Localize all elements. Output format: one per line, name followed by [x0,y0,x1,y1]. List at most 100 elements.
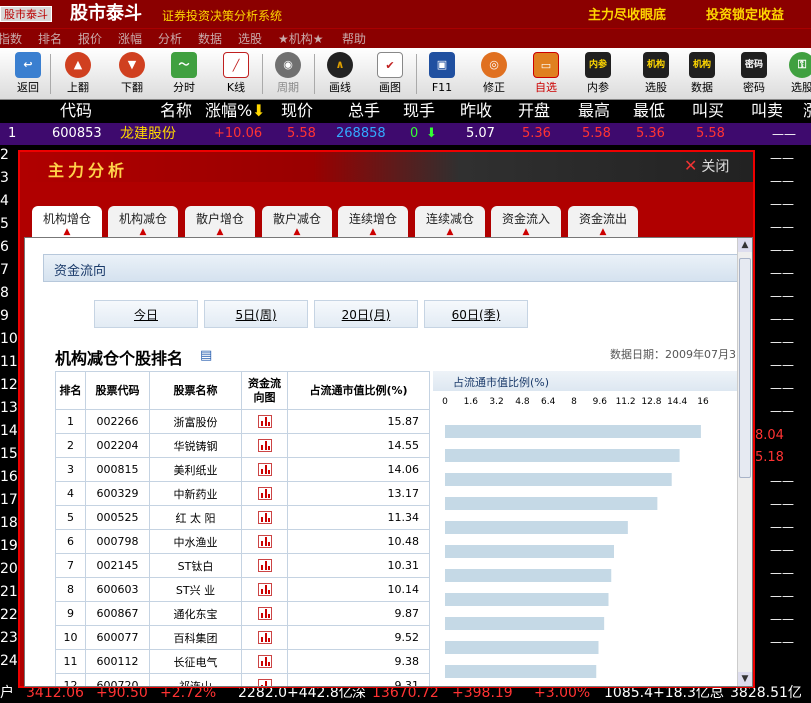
menu-help[interactable]: 帮助 [342,31,366,47]
menu-analysis[interactable]: 分析 [158,31,182,47]
comment-icon[interactable]: ▤ [200,348,212,363]
col-cur-volume[interactable]: 现手 [403,101,435,121]
index-label: 户 [0,685,14,701]
table-row[interactable]: 3 000815 美利纸业 14.06 [55,457,430,482]
toolbar-page-down-button[interactable]: ▼ 下翻 [110,52,154,98]
menu-institution[interactable]: ★机构★ [278,31,324,47]
flow-chart-icon[interactable] [257,415,272,429]
flow-chart-icon[interactable] [257,439,272,453]
col-open[interactable]: 开盘 [518,101,550,121]
cell-flow-chart[interactable] [241,553,288,578]
period-today-link[interactable]: 今日 [94,300,198,328]
col-low[interactable]: 最低 [633,101,665,121]
cell-flow-chart[interactable] [241,577,288,602]
cell-flow-chart[interactable] [241,409,288,434]
table-row[interactable]: 8 600603 ST兴 业 10.14 [55,577,430,602]
toolbar-fix-button[interactable]: ◎ 修正 [472,52,516,98]
tab-retail-decrease[interactable]: 散户减仓 ▲ [262,206,332,237]
table-row[interactable]: 7 002145 ST钛白 10.31 [55,553,430,578]
toolbar-period-button[interactable]: ◉ 周期 [266,52,310,98]
flow-chart-icon[interactable] [257,487,272,501]
cell-flow-chart[interactable] [241,601,288,626]
bar [445,521,628,534]
dialog-title-bar[interactable]: 主力分析 ✕ 关闭 [20,152,753,182]
flow-chart-icon[interactable] [257,463,272,477]
toolbar-f11-button[interactable]: ▣ F11 [420,52,464,98]
col-change[interactable]: 涨幅% [205,101,252,121]
flow-chart-icon[interactable] [257,607,272,621]
flow-chart-icon[interactable] [257,583,272,597]
cell-flow-chart[interactable] [241,673,288,686]
scroll-up-icon[interactable]: ▲ [738,238,752,252]
table-row[interactable]: 1 002266 浙富股份 15.87 [55,409,430,434]
menu-data[interactable]: 数据 [198,31,222,47]
tab-retail-increase[interactable]: 散户增仓 ▲ [185,206,255,237]
flow-chart-icon[interactable] [257,559,272,573]
toolbar-neican-button[interactable]: 内参 内参 [576,52,620,98]
col-price[interactable]: 现价 [281,101,313,121]
toolbar-password-button[interactable]: 密码 密码 [732,52,776,98]
table-row[interactable]: 12 600720 祁连山 9.31 [55,673,430,686]
menu-ranking[interactable]: 排名 [38,31,62,47]
toolbar-timeshare-button[interactable]: 〜分时 [162,52,206,98]
scroll-down-icon[interactable]: ▼ [738,672,752,686]
table-row[interactable]: 6 000798 中水渔业 10.48 [55,529,430,554]
table-row[interactable]: 9 600867 通化东宝 9.87 [55,601,430,626]
row-side-value: 8.04 [755,428,784,443]
period-week-link[interactable]: 5日(周) [204,300,308,328]
tab-institution-increase[interactable]: 机构增仓 ▲ [32,206,102,237]
cell-flow-chart[interactable] [241,649,288,674]
table-row[interactable]: 10 600077 百科集团 9.52 [55,625,430,650]
toolbar-separator [416,54,417,94]
flow-chart-icon[interactable] [257,679,272,686]
menu-quote[interactable]: 报价 [78,31,102,47]
toolbar-stock-pick-button[interactable]: 机构 选股 [634,52,678,98]
flow-chart-icon[interactable] [257,511,272,525]
toolbar-drawline-button[interactable]: ∧ 画线 [318,52,362,98]
col-code[interactable]: 代码 [60,101,92,121]
col-bid[interactable]: 叫买 [692,101,724,121]
toolbar-favorite-button[interactable]: ▭ 自选 [524,52,568,98]
scroll-thumb[interactable] [739,258,751,478]
cell-flow-chart[interactable] [241,481,288,506]
quote-row[interactable]: 1 600853 龙建股份 +10.06 5.58 268858 0 ⬇ 5.0… [0,123,811,145]
close-button[interactable]: ✕ 关闭 [684,157,729,176]
toolbar-key-button[interactable]: ⚿ 选股 [780,52,811,98]
tab-institution-decrease[interactable]: 机构减仓 ▲ [108,206,178,237]
tab-fund-outflow[interactable]: 资金流出 ▲ [568,206,638,237]
toolbar-kline-button[interactable]: ╱ K线 [214,52,258,98]
menu-stock-pick[interactable]: 选股 [238,31,262,47]
toolbar-data-button[interactable]: 机构 数据 [680,52,724,98]
cell-flow-chart[interactable] [241,625,288,650]
tab-fund-inflow[interactable]: 资金流入 ▲ [491,206,561,237]
cell-flow-chart[interactable] [241,433,288,458]
flow-chart-icon[interactable] [257,655,272,669]
table-row[interactable]: 5 000525 红 太 阳 11.34 [55,505,430,530]
period-month-link[interactable]: 20日(月) [314,300,418,328]
cell-flow-chart[interactable] [241,505,288,530]
row-ask: —— [770,289,794,303]
table-row[interactable]: 11 600112 长征电气 9.38 [55,649,430,674]
col-prev-close[interactable]: 昨收 [460,101,492,121]
tab-continuous-increase[interactable]: 连续增仓 ▲ [338,206,408,237]
tab-continuous-decrease[interactable]: 连续减仓 ▲ [415,206,485,237]
table-row[interactable]: 2 002204 华锐铸钢 14.55 [55,433,430,458]
period-quarter-link[interactable]: 60日(季) [424,300,528,328]
cell-flow-chart[interactable] [241,529,288,554]
flow-chart-icon[interactable] [257,535,272,549]
vertical-scrollbar[interactable]: ▲ ▼ [737,238,752,686]
col-high[interactable]: 最高 [578,101,610,121]
th-percent: 占流通市值比例(%) [287,371,430,410]
toolbar-page-up-button[interactable]: ▲ 上翻 [56,52,100,98]
col-volume[interactable]: 总手 [348,101,380,121]
table-row[interactable]: 4 600329 中新药业 13.17 [55,481,430,506]
col-more[interactable]: 涨 [803,101,811,121]
toolbar-return-button[interactable]: ↩ 返回 [6,52,50,98]
toolbar-draw-button[interactable]: ✔ 画图 [368,52,412,98]
flow-chart-icon[interactable] [257,631,272,645]
col-name[interactable]: 名称 [160,101,192,121]
col-ask[interactable]: 叫卖 [751,101,783,121]
cell-flow-chart[interactable] [241,457,288,482]
menu-index[interactable]: 指数 [0,31,22,47]
menu-change[interactable]: 涨幅 [118,31,142,47]
